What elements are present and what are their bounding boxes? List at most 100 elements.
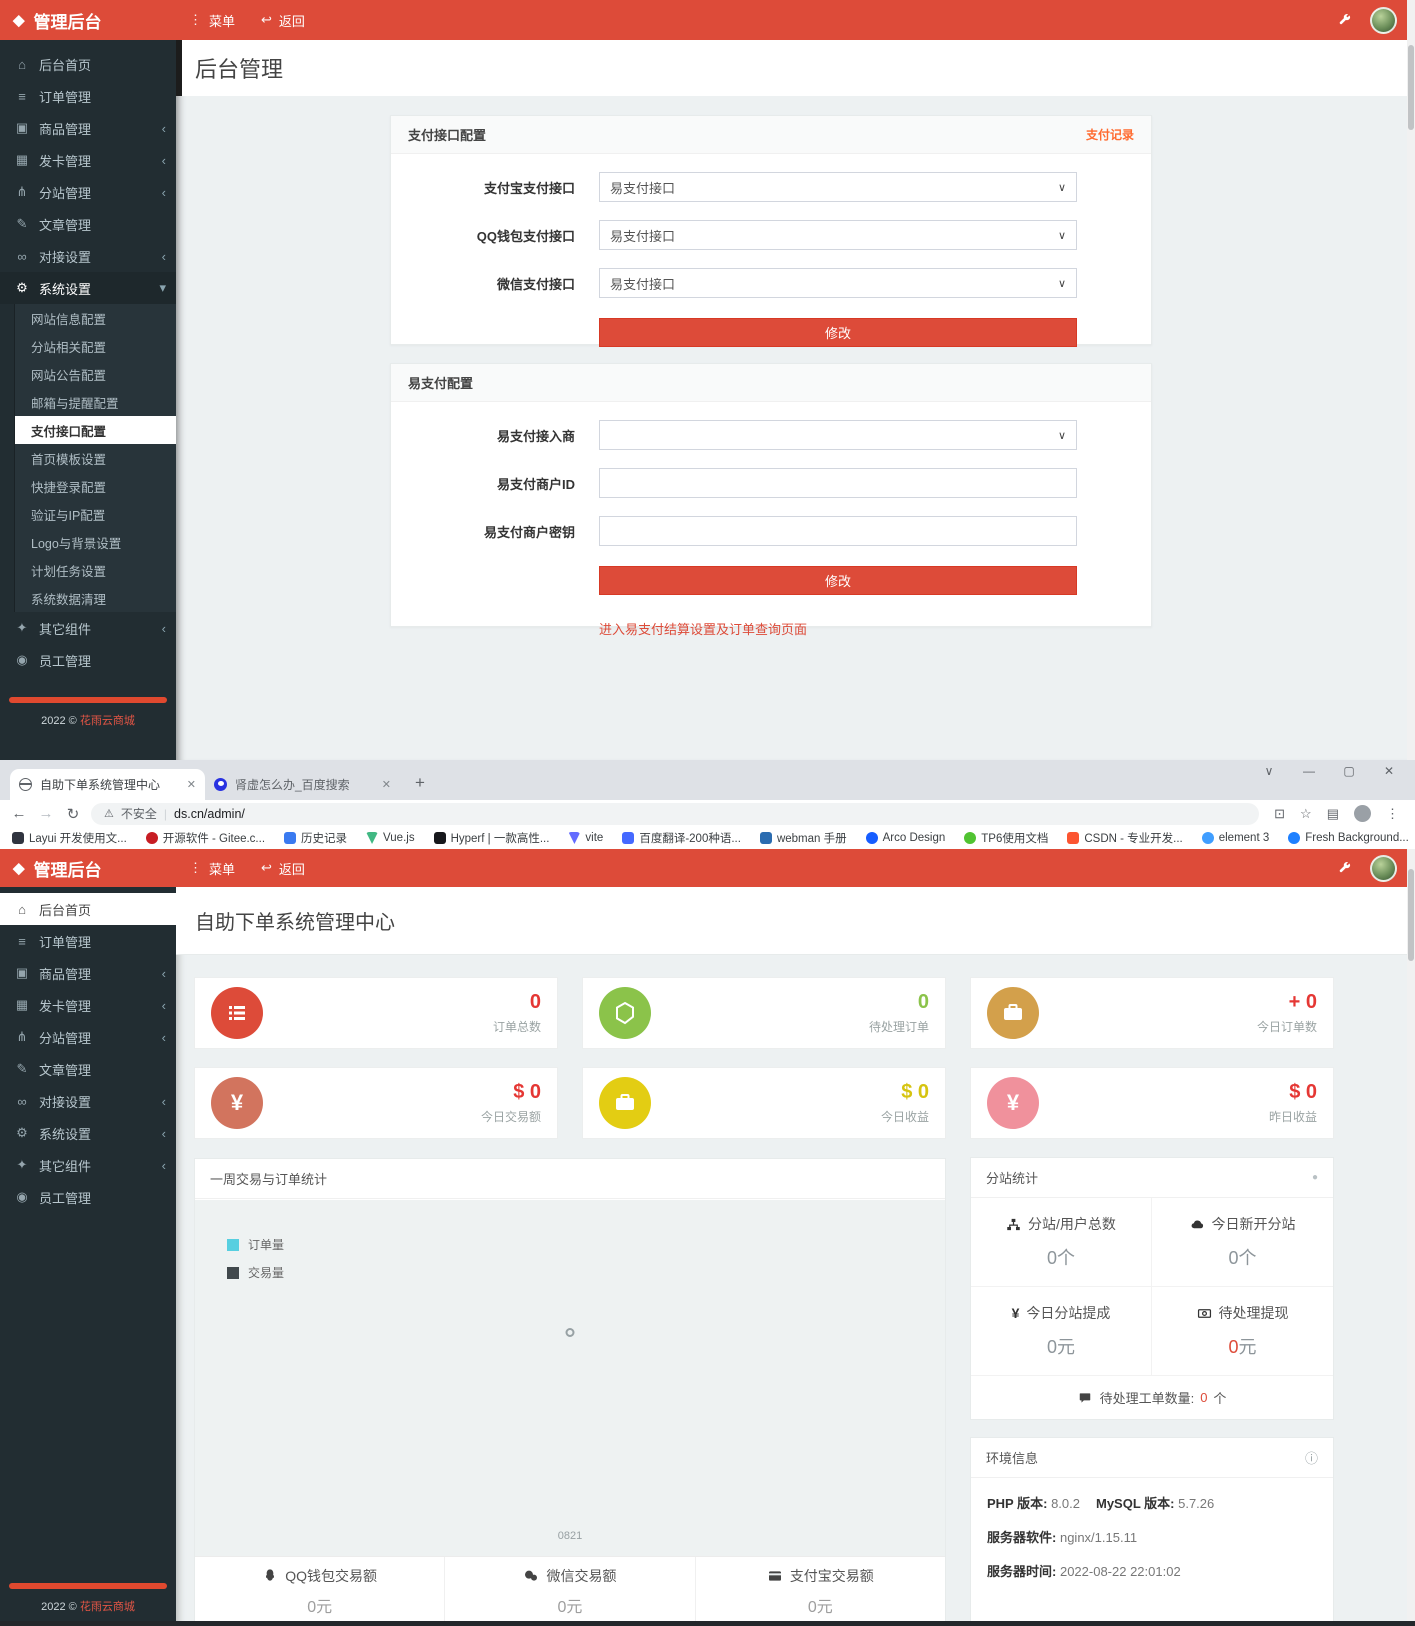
qq-wallet-interface-select[interactable]: 易支付接口 ∨ xyxy=(599,220,1077,250)
user-avatar[interactable] xyxy=(1370,854,1397,882)
scrollbar[interactable] xyxy=(1407,0,1415,760)
bookmark-hyperf[interactable]: Hyperf | 一款高性... xyxy=(433,830,549,846)
back-nav-icon[interactable]: ← xyxy=(10,805,28,822)
bookmark-element3[interactable]: element 3 xyxy=(1201,832,1269,844)
wrench-icon[interactable] xyxy=(1337,13,1352,28)
scrollbar-thumb[interactable] xyxy=(1408,45,1414,130)
wrench-icon[interactable] xyxy=(1337,861,1352,876)
kebab-menu-icon[interactable]: ⋮ xyxy=(1386,806,1399,822)
sidebar-item-system-settings[interactable]: ⚙ 系统设置 ‹ xyxy=(0,1117,176,1149)
back-button[interactable]: ↩ 返回 xyxy=(248,849,318,887)
epay-settings-link[interactable]: 进入易支付结算设置及订单查询页面 xyxy=(599,619,807,638)
bookmark-baidu-translate[interactable]: 百度翻译-200种语... xyxy=(622,830,741,846)
sidebar-item-subsites[interactable]: ⋔ 分站管理 ‹ xyxy=(0,1021,176,1053)
menu-toggle-button[interactable]: ⋮ 菜单 xyxy=(176,849,248,887)
maximize-icon[interactable]: ▢ xyxy=(1329,764,1369,778)
sidebar-item-home[interactable]: ⌂ 后台首页 xyxy=(0,48,176,80)
sidebar-item-orders[interactable]: ≡ 订单管理 xyxy=(0,925,176,957)
sidebar-item-products[interactable]: ▣ 商品管理 ‹ xyxy=(0,957,176,989)
submenu-data-cleanup[interactable]: 系统数据清理 xyxy=(15,584,176,612)
install-icon[interactable]: ⊡ xyxy=(1274,806,1285,822)
modify-button[interactable]: 修改 xyxy=(599,566,1077,595)
sidebar-item-articles[interactable]: ✎ 文章管理 xyxy=(0,1053,176,1085)
reading-list-icon[interactable]: ▤ xyxy=(1327,806,1339,822)
sidebar-item-components[interactable]: ✦ 其它组件 ‹ xyxy=(0,612,176,644)
bookmark-arco-design[interactable]: Arco Design xyxy=(865,832,945,844)
new-substations-cell: 今日新开分站 0个 xyxy=(1152,1198,1333,1287)
bookmark-star-icon[interactable]: ☆ xyxy=(1300,806,1312,822)
bookmark-history[interactable]: 历史记录 xyxy=(284,830,347,846)
sidebar-item-home[interactable]: ⌂ 后台首页 xyxy=(0,893,176,925)
legend-item-orders[interactable]: 订单量 xyxy=(227,1236,284,1253)
bookmark-vuejs[interactable]: Vue.js xyxy=(366,832,415,844)
menu-label: 菜单 xyxy=(209,861,236,877)
close-icon[interactable]: ✕ xyxy=(1369,764,1409,778)
sidebar-item-staff[interactable]: ◉ 员工管理 xyxy=(0,644,176,676)
bookmark-fresh-background[interactable]: Fresh Background... xyxy=(1288,832,1409,844)
bookmark-tp6[interactable]: TP6使用文档 xyxy=(964,830,1048,846)
minimize-icon[interactable]: — xyxy=(1289,764,1329,778)
sidebar-item-system-settings[interactable]: ⚙ 系统设置 ▾ xyxy=(0,272,176,304)
tab-search-icon[interactable]: ∨ xyxy=(1249,764,1289,778)
menu-toggle-button[interactable]: ⋮ 菜单 xyxy=(176,0,248,40)
forward-nav-icon[interactable]: → xyxy=(37,805,55,822)
sidebar-item-integration[interactable]: ∞ 对接设置 ‹ xyxy=(0,240,176,272)
reload-icon[interactable]: ↻ xyxy=(64,805,82,823)
wechat-interface-select[interactable]: 易支付接口 ∨ xyxy=(599,268,1077,298)
brand-header[interactable]: ◆ 管理后台 xyxy=(0,0,176,40)
sidebar-item-staff[interactable]: ◉ 员工管理 xyxy=(0,1181,176,1213)
modify-button[interactable]: 修改 xyxy=(599,318,1077,347)
submenu-cron-tasks[interactable]: 计划任务设置 xyxy=(15,556,176,584)
sidebar-item-articles[interactable]: ✎ 文章管理 xyxy=(0,208,176,240)
bookmark-gitee[interactable]: 开源软件 - Gitee.c... xyxy=(145,830,265,846)
stat-label: 今日交易额 xyxy=(480,1110,541,1124)
tab-close-icon[interactable]: ✕ xyxy=(382,778,391,791)
sidebar-item-cards[interactable]: ▦ 发卡管理 ‹ xyxy=(0,144,176,176)
epay-provider-select[interactable]: ∨ xyxy=(599,420,1077,450)
bookmark-layui[interactable]: Layui 开发使用文... xyxy=(12,830,127,846)
qq-wallet-interface-label: QQ钱包支付接口 xyxy=(476,228,575,244)
sidebar-item-subsites[interactable]: ⋔ 分站管理 ‹ xyxy=(0,176,176,208)
browser-tab-baidu[interactable]: 肾虚怎么办_百度搜索 ✕ xyxy=(205,769,400,800)
bookmark-csdn[interactable]: CSDN - 专业开发... xyxy=(1067,830,1183,846)
epay-merchant-id-input[interactable] xyxy=(599,468,1077,498)
epay-merchant-key-input[interactable] xyxy=(599,516,1077,546)
submenu-verify-ip[interactable]: 验证与IP配置 xyxy=(15,500,176,528)
alipay-total: 支付宝交易额 0元 xyxy=(696,1557,945,1625)
new-tab-button[interactable]: + xyxy=(407,770,433,796)
qq-wallet-total: QQ钱包交易额 0元 xyxy=(195,1557,446,1625)
sidebar-item-products[interactable]: ▣ 商品管理 ‹ xyxy=(0,112,176,144)
brand-header[interactable]: ◆ 管理后台 xyxy=(0,849,176,887)
submenu-email-reminder[interactable]: 邮箱与提醒配置 xyxy=(15,388,176,416)
bookmark-webman[interactable]: webman 手册 xyxy=(759,830,847,846)
sidebar-item-integration[interactable]: ∞ 对接设置 ‹ xyxy=(0,1085,176,1117)
profile-avatar-icon[interactable] xyxy=(1354,805,1371,822)
submenu-logo-background[interactable]: Logo与背景设置 xyxy=(15,528,176,556)
chevron-down-icon: ∨ xyxy=(1057,429,1066,442)
submenu-payment-interface[interactable]: 支付接口配置 xyxy=(15,416,176,444)
payment-records-link[interactable]: 支付记录 xyxy=(1086,126,1134,143)
submenu-site-notice[interactable]: 网站公告配置 xyxy=(15,360,176,388)
back-button[interactable]: ↩ 返回 xyxy=(248,0,318,40)
user-avatar[interactable] xyxy=(1370,6,1397,34)
submenu-subsite-config[interactable]: 分站相关配置 xyxy=(15,332,176,360)
chevron-down-icon: ▾ xyxy=(159,280,166,295)
sidebar-item-components[interactable]: ✦ 其它组件 ‹ xyxy=(0,1149,176,1181)
sidebar-item-cards[interactable]: ▦ 发卡管理 ‹ xyxy=(0,989,176,1021)
scrollbar-thumb[interactable] xyxy=(1408,869,1414,961)
card-title: 易支付配置 xyxy=(408,376,474,391)
scrollbar[interactable] xyxy=(1407,849,1415,1626)
chart-legend: 订单量 交易量 xyxy=(227,1236,284,1292)
payment-totals-row: QQ钱包交易额 0元 微信交易额 0元 支付宝交易额 0元 xyxy=(195,1556,945,1625)
sidebar-item-orders[interactable]: ≡ 订单管理 xyxy=(0,80,176,112)
list-icon: ≡ xyxy=(18,88,26,104)
url-field[interactable]: ⚠ 不安全 | ds.cn/admin/ xyxy=(91,802,1260,825)
submenu-quick-login[interactable]: 快捷登录配置 xyxy=(15,472,176,500)
tab-close-icon[interactable]: ✕ xyxy=(187,778,196,791)
bookmark-vite[interactable]: vite xyxy=(568,832,603,844)
browser-tab-admin[interactable]: 自助下单系统管理中心 ✕ xyxy=(10,769,205,800)
submenu-site-info[interactable]: 网站信息配置 xyxy=(15,304,176,332)
alipay-interface-select[interactable]: 易支付接口 ∨ xyxy=(599,172,1077,202)
legend-item-volume[interactable]: 交易量 xyxy=(227,1264,284,1281)
submenu-home-template[interactable]: 首页模板设置 xyxy=(15,444,176,472)
